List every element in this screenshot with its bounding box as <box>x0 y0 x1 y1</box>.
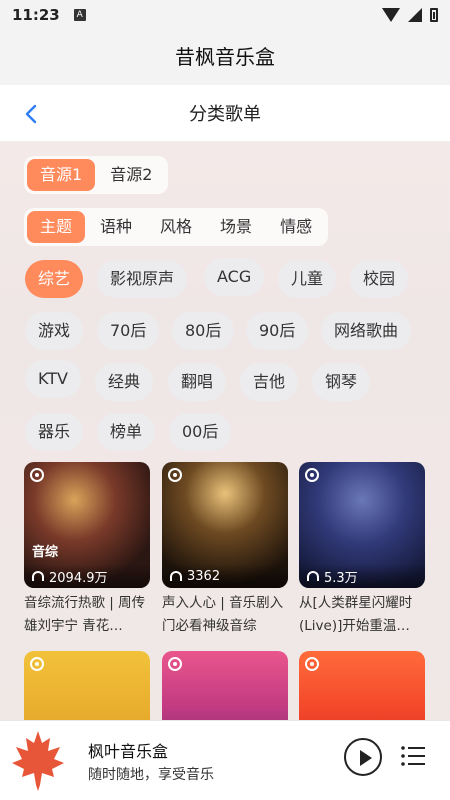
page-title: 分类歌单 <box>189 104 261 125</box>
tag-chip[interactable]: 翻唱 <box>168 363 227 401</box>
battery-icon <box>430 8 438 22</box>
playlist-card[interactable] <box>24 651 150 720</box>
tag-chip[interactable]: 80后 <box>172 312 235 350</box>
netease-logo-icon <box>30 468 44 482</box>
play-count-bar: 2094.9万 <box>24 564 150 588</box>
app-title: 昔枫音乐盒 <box>0 30 450 85</box>
signal-icon <box>408 8 422 22</box>
maple-leaf-icon <box>12 731 64 791</box>
tag-chip[interactable]: 榜单 <box>97 413 156 451</box>
headphones-icon <box>32 571 44 581</box>
tab-source-1[interactable]: 音源1 <box>27 159 96 191</box>
playlist-cover-image[interactable]: 5.3万 <box>299 462 425 588</box>
tag-chip[interactable]: 儿童 <box>278 260 337 298</box>
tab-scene[interactable]: 场景 <box>207 211 265 243</box>
playlist-card[interactable]: 5.3万 从[人类群星闪耀时(Live)]开始重温… <box>299 462 425 638</box>
play-count-bar: 3362 <box>162 564 288 588</box>
tag-chip[interactable]: 影视原声 <box>97 260 188 298</box>
tag-chip[interactable]: 钢琴 <box>312 363 371 401</box>
accessibility-a-icon: A <box>73 9 86 21</box>
tag-chip[interactable]: ACG <box>204 258 265 296</box>
playlist-cover-image[interactable] <box>24 651 150 720</box>
play-count-bar: 5.3万 <box>299 564 425 588</box>
category-content[interactable]: 音源1 音源2 主题 语种 风格 场景 情感 综艺 影视原声 ACG 儿童 校园… <box>0 142 450 720</box>
source-switch: 音源1 音源2 <box>24 156 169 194</box>
netease-logo-icon <box>168 657 182 671</box>
player-name: 枫叶音乐盒 <box>88 742 169 761</box>
tab-style[interactable]: 风格 <box>147 211 205 243</box>
netease-logo-icon <box>30 657 44 671</box>
play-count: 2094.9万 <box>49 570 108 586</box>
playlist-card[interactable] <box>162 651 288 720</box>
tag-chip[interactable]: 游戏 <box>25 312 84 350</box>
headphones-icon <box>170 571 182 581</box>
netease-logo-icon <box>305 657 319 671</box>
tag-chip[interactable]: 00后 <box>169 413 232 451</box>
nav-bar: 分类歌单 <box>0 85 450 142</box>
tag-chip[interactable]: 校园 <box>350 260 409 298</box>
tag-chip[interactable]: 经典 <box>95 363 154 401</box>
category-tabs: 主题 语种 风格 场景 情感 <box>24 208 329 246</box>
tag-chip[interactable]: 90后 <box>246 312 309 350</box>
play-count: 3362 <box>187 568 221 584</box>
netease-logo-icon <box>168 468 182 482</box>
playlist-cover-image[interactable] <box>162 651 288 720</box>
playlist-title[interactable]: 从[人类群星闪耀时(Live)]开始重温… <box>299 592 425 638</box>
play-icon[interactable] <box>344 738 382 776</box>
tab-emotion[interactable]: 情感 <box>267 211 325 243</box>
cover-tag: 音综 <box>32 545 59 560</box>
wifi-icon <box>382 8 400 22</box>
playlist-card[interactable]: 音综 2094.9万 音综流行热歌 | 周传雄刘宇宁 青花… <box>24 462 150 638</box>
playlist-cover-image[interactable]: 3362 <box>162 462 288 588</box>
back-chevron-icon[interactable] <box>22 103 40 125</box>
tag-chip[interactable]: KTV <box>25 360 81 398</box>
playlist-title[interactable]: 音综流行热歌 | 周传雄刘宇宁 青花… <box>24 592 150 638</box>
playlist-card[interactable] <box>299 651 425 720</box>
tag-chip[interactable]: 网络歌曲 <box>321 312 412 350</box>
player-subtitle: 随时随地，享受音乐 <box>88 767 214 783</box>
tab-theme[interactable]: 主题 <box>27 211 86 243</box>
tag-chip[interactable]: 吉他 <box>240 363 299 401</box>
playlist-title[interactable]: 声入人心 | 音乐剧入门必看神级音综 <box>162 592 288 638</box>
playlist-card[interactable]: 3362 声入人心 | 音乐剧入门必看神级音综 <box>162 462 288 638</box>
playlist-cover-image[interactable] <box>299 651 425 720</box>
playlist-cover-image[interactable]: 音综 2094.9万 <box>24 462 150 588</box>
tag-chip[interactable]: 70后 <box>97 312 160 350</box>
status-bar: 11:23 A <box>0 0 450 30</box>
status-time: 11:23 <box>12 6 60 24</box>
play-count: 5.3万 <box>324 570 358 586</box>
mini-player[interactable]: 枫叶音乐盒 随时随地，享受音乐 <box>0 720 450 800</box>
tag-chip[interactable]: 器乐 <box>25 413 84 451</box>
tab-language[interactable]: 语种 <box>87 211 145 243</box>
tag-chip[interactable]: 综艺 <box>25 260 84 298</box>
playlist-icon[interactable] <box>400 743 426 769</box>
tab-source-2[interactable]: 音源2 <box>97 159 165 191</box>
netease-logo-icon <box>305 468 319 482</box>
headphones-icon <box>307 571 319 581</box>
